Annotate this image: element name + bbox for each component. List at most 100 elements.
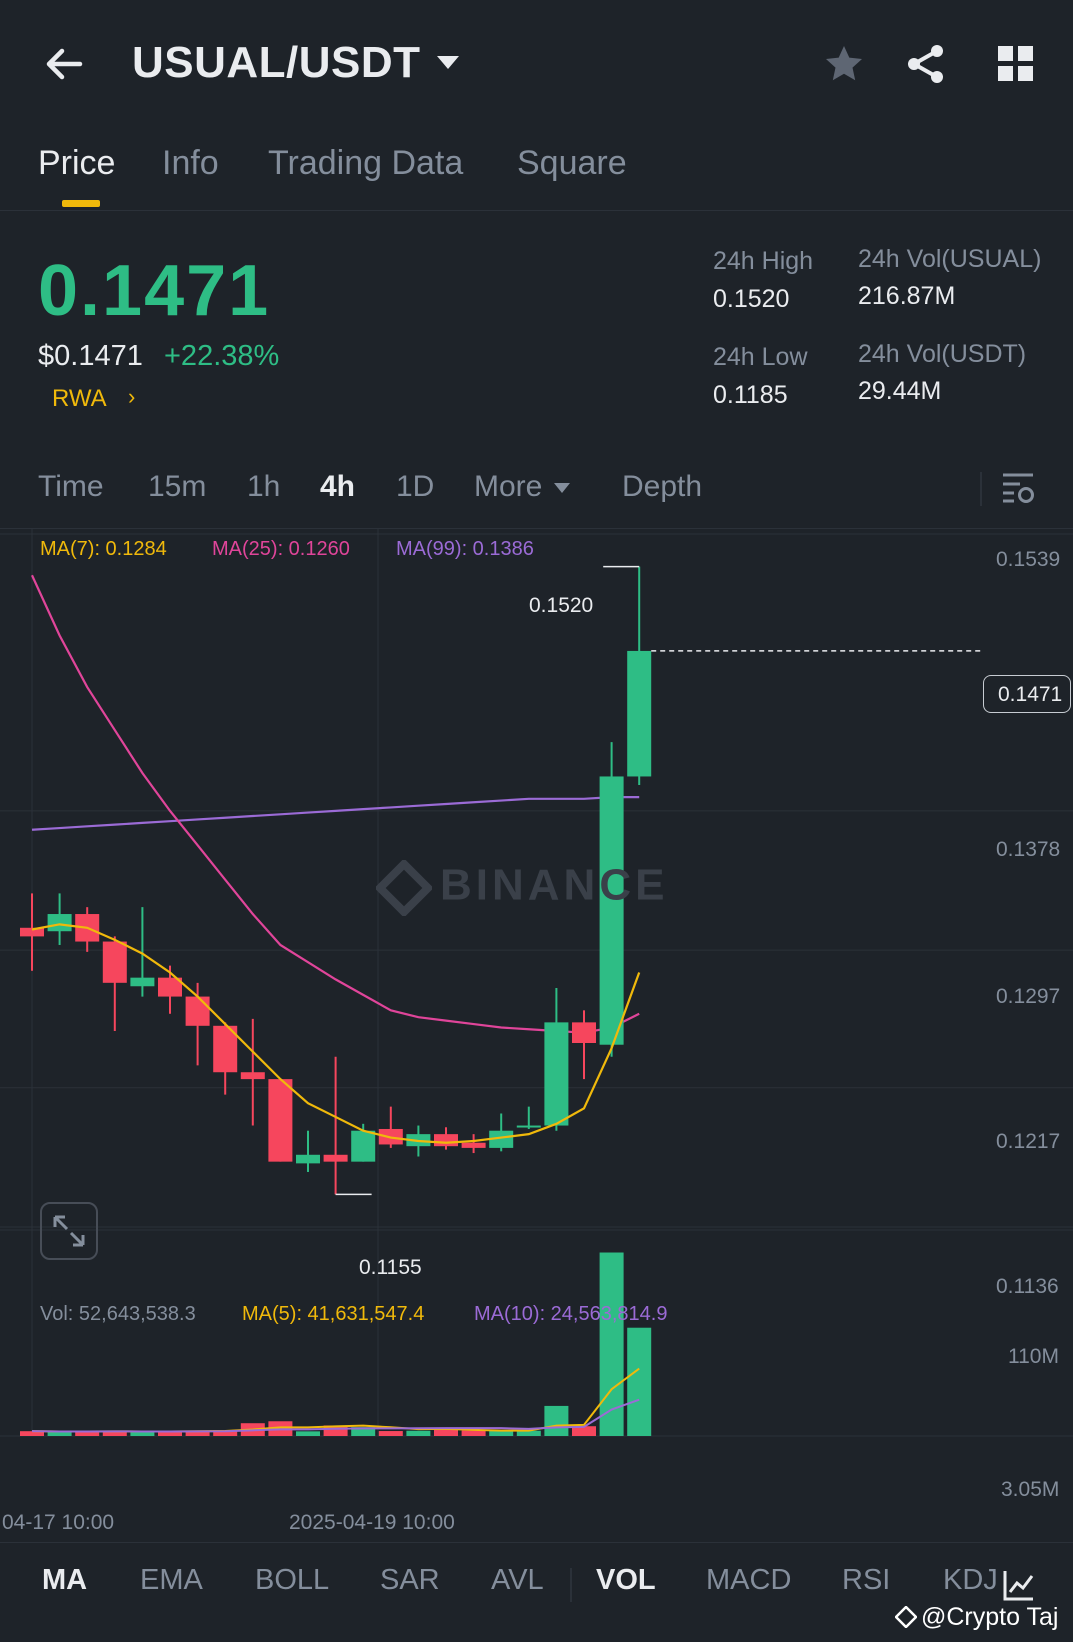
sector-tag[interactable]: RWA [52,385,107,413]
indicator-rsi[interactable]: RSI [842,1564,890,1597]
watermark-text: BINANCE [440,860,669,910]
ma99-path [31,795,640,831]
volume-bar [434,1429,458,1436]
candle [75,907,100,952]
interval-15m[interactable]: 15m [148,470,206,504]
price-axis-label: 0.1217 [996,1130,1061,1153]
interval-1d[interactable]: 1D [396,470,434,504]
volume-legend: Vol: 52,643,538.3 [40,1303,196,1325]
indicator-ema[interactable]: EMA [140,1564,203,1597]
price-axis-label: 0.1136 [996,1275,1059,1298]
volume-bar [489,1430,514,1436]
candle-body [434,1134,458,1147]
price-change: +22.38% [164,340,280,372]
share-icon[interactable] [904,42,948,86]
candle-body [351,1130,376,1162]
divider [0,1542,1073,1543]
vol-base-label: 24h Vol(USUAL) [858,245,1042,273]
candle [461,1134,486,1154]
price-axis-label: 0.1297 [996,985,1061,1008]
volume-bar [544,1405,569,1436]
caret-down-icon[interactable] [553,481,571,499]
interval-more[interactable]: More [474,470,542,504]
candle [572,1010,596,1080]
ma7-legend: MA(7): 0.1284 [40,538,167,560]
arrow-left-icon[interactable] [42,42,86,86]
candle-body [102,941,127,983]
candle-body [323,1154,348,1162]
candle-body [240,1072,265,1080]
tab-square[interactable]: Square [517,144,627,183]
candle-body [461,1142,486,1148]
indicator-boll[interactable]: BOLL [255,1564,329,1597]
fullscreen-button[interactable] [40,1202,98,1260]
star-icon[interactable] [822,42,866,86]
candle-body [572,1022,596,1044]
interval-1h[interactable]: 1h [247,470,280,504]
grid-icon[interactable] [994,42,1038,86]
candlestick-chart[interactable] [0,528,1073,1538]
tab-price[interactable]: Price [38,144,115,183]
candle-body [627,650,652,777]
diamond-icon [894,1605,918,1629]
chart-settings-icon[interactable] [1000,470,1036,511]
vol-base-value: 216.87M [858,282,956,310]
candle [434,1127,458,1150]
indicator-vol[interactable]: VOL [596,1564,656,1597]
tab-info[interactable]: Info [162,144,219,183]
indicator-settings-icon[interactable] [1002,1568,1036,1607]
tab-depth[interactable]: Depth [622,470,702,504]
candle [102,936,127,1031]
chevron-down-icon[interactable] [436,55,460,76]
current-price-label: 0.1471 [998,683,1063,706]
interval-time[interactable]: Time [38,470,104,504]
volume-axis-label: 110M [1008,1345,1059,1368]
low-label: 24h Low [713,343,808,371]
volume-ma5-legend: MA(5): 41,631,547.4 [242,1303,425,1325]
indicator-ma[interactable]: MA [42,1564,87,1597]
indicator-macd[interactable]: MACD [706,1564,791,1597]
volume-bar [378,1431,403,1436]
credit-text: @Crypto Taj [921,1603,1059,1631]
interval-4h[interactable]: 4h [320,470,355,504]
candle [516,1106,541,1129]
high-label: 24h High [713,247,814,275]
price-axis-label: 0.1539 [996,548,1061,571]
price-axis-label: 0.1378 [996,838,1061,861]
candle [268,1079,293,1162]
candle-body [516,1125,541,1128]
active-tab-indicator [62,200,100,207]
volume-bar [461,1430,486,1436]
low-marker-label: 0.1155 [359,1256,422,1279]
divider [570,1568,572,1602]
volume-ma10-legend: MA(10): 24,563,814.9 [474,1303,668,1325]
tab-trading-data[interactable]: Trading Data [268,144,463,183]
candle [323,1056,348,1195]
fiat-price: $0.1471 [38,340,143,372]
vol-quote-value: 29.44M [858,377,942,405]
indicator-avl[interactable]: AVL [491,1564,544,1597]
candle [130,907,155,997]
volume-bar [406,1430,431,1436]
chevron-right-icon[interactable]: › [128,384,135,410]
candle-body [130,977,155,987]
candle-body [296,1154,320,1164]
header-bar: USUAL/USDT [0,0,1073,130]
tab-bar: Price Info Trading Data Square [0,130,1073,211]
indicator-kdj[interactable]: KDJ [943,1564,998,1597]
current-price-tag: 0.1471 [983,675,1071,713]
volume-bar [627,1327,652,1436]
volume-axis-label: 3.05M [1001,1478,1060,1501]
candle [627,566,652,786]
volume-bar [130,1432,155,1436]
candle [296,1130,320,1172]
last-price: 0.1471 [38,251,271,331]
volume-bar [296,1431,320,1436]
ma99-legend: MA(99): 0.1386 [396,538,534,560]
indicator-sar[interactable]: SAR [380,1564,440,1597]
ma99-line [31,795,640,831]
candle [489,1113,514,1152]
expand-icon [53,1215,85,1247]
pair-selector[interactable]: USUAL/USDT [132,38,421,88]
candle [240,1018,265,1126]
